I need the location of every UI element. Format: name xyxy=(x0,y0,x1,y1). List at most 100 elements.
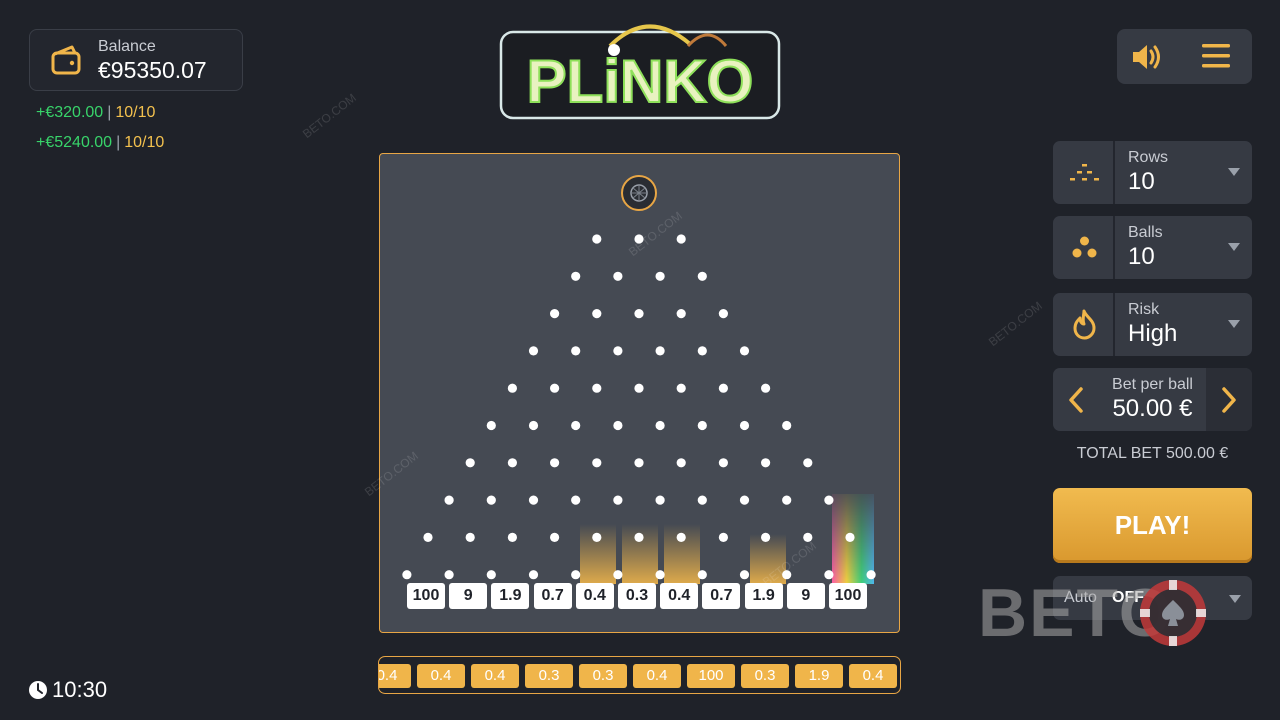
peg xyxy=(676,234,686,244)
peg xyxy=(824,570,834,580)
peg xyxy=(718,532,728,542)
plinko-board: 100 9 1.9 0.7 0.4 0.3 0.4 0.7 1.9 9 100 xyxy=(379,153,900,633)
peg xyxy=(697,420,707,431)
peg xyxy=(676,532,686,542)
peg xyxy=(507,458,517,468)
peg xyxy=(571,271,581,281)
peg xyxy=(613,346,623,356)
clock: 10:30 xyxy=(28,677,138,703)
balls-value: 10 xyxy=(1128,243,1155,270)
peg xyxy=(592,458,602,468)
multiplier-slot: 9 xyxy=(449,583,488,609)
balls-selector[interactable]: Balls 10 xyxy=(1053,216,1252,279)
peg xyxy=(571,495,581,505)
peg xyxy=(634,309,644,319)
peg xyxy=(592,532,602,542)
peg xyxy=(528,495,539,505)
chevron-down-icon xyxy=(1228,243,1240,251)
history-separator: | xyxy=(107,104,112,121)
peg xyxy=(550,532,560,542)
peg xyxy=(718,458,728,468)
peg xyxy=(592,383,602,393)
watermark: BETO.COM xyxy=(300,90,359,142)
peg xyxy=(613,570,623,580)
peg xyxy=(697,495,707,505)
risk-value: High xyxy=(1128,320,1178,347)
balance-panel: Balance €95350.07 xyxy=(29,29,243,91)
win-history-item: +€320.00 | 10/10 xyxy=(36,104,155,122)
peg xyxy=(571,570,581,580)
recent-result: 0.4 xyxy=(379,664,411,688)
multiplier-slot: 0.7 xyxy=(533,583,572,609)
peg xyxy=(676,458,686,468)
ball-count: 10/10 xyxy=(115,104,156,121)
risk-selector[interactable]: Risk High xyxy=(1053,293,1252,356)
speaker-icon[interactable] xyxy=(1129,39,1165,75)
logo-text: PLiNKO xyxy=(527,48,754,115)
peg xyxy=(613,420,623,431)
peg-field xyxy=(402,175,876,584)
peg xyxy=(402,570,412,580)
peg xyxy=(423,532,433,542)
peg xyxy=(465,458,475,468)
ball-count: 10/10 xyxy=(124,134,165,151)
multiplier-slot: 100 xyxy=(829,583,867,609)
plinko-logo: PLiNKO xyxy=(499,24,781,120)
peg xyxy=(592,234,602,244)
rows-value: 10 xyxy=(1128,168,1155,195)
clock-icon xyxy=(29,681,47,699)
hamburger-menu-icon[interactable] xyxy=(1201,41,1231,71)
win-amount: +€320.00 xyxy=(36,104,104,121)
peg xyxy=(761,532,771,542)
peg xyxy=(507,383,517,393)
top-controls xyxy=(1117,29,1252,84)
bet-value: 50.00 € xyxy=(1112,395,1193,422)
peg xyxy=(444,495,454,505)
total-bet: TOTAL BET 500.00 € xyxy=(1076,445,1229,462)
peg xyxy=(571,420,581,431)
peg xyxy=(655,346,665,356)
peg xyxy=(676,309,686,319)
flame-icon xyxy=(1073,309,1096,340)
peg xyxy=(444,570,454,580)
chevron-right-icon xyxy=(1222,387,1236,413)
multiplier-slot: 0.3 xyxy=(618,583,656,609)
peg xyxy=(486,495,496,505)
peg xyxy=(550,383,560,393)
peg xyxy=(613,271,623,281)
peg xyxy=(782,495,792,505)
peg xyxy=(697,346,707,356)
watermark: BETO.COM xyxy=(986,298,1045,350)
rows-label: Rows xyxy=(1128,149,1169,166)
peg xyxy=(697,570,707,580)
peg xyxy=(634,458,644,468)
peg xyxy=(592,309,602,319)
peg xyxy=(655,420,665,431)
multiplier-slot: 100 xyxy=(407,583,445,609)
bet-increase-button[interactable] xyxy=(1206,368,1252,431)
bet-label: Bet per ball xyxy=(1112,376,1193,393)
recent-result: 0.4 xyxy=(471,664,519,688)
clock-time: 10:30 xyxy=(52,677,108,702)
peg xyxy=(761,383,771,393)
peg xyxy=(528,420,539,431)
play-button[interactable]: PLAY! xyxy=(1053,488,1252,563)
peg xyxy=(739,495,750,505)
peg xyxy=(465,532,475,542)
bet-decrease-button[interactable] xyxy=(1053,368,1099,431)
recent-result: 0.3 xyxy=(741,664,789,688)
wallet-icon xyxy=(51,45,81,75)
balls-icon xyxy=(1072,236,1097,258)
multiplier-slot: 0.4 xyxy=(660,583,699,609)
peg xyxy=(655,570,665,580)
balance-value: €95350.07 xyxy=(98,57,207,83)
peg xyxy=(866,570,876,580)
win-amount: +€5240.00 xyxy=(36,134,113,151)
recent-result: 0.4 xyxy=(417,664,465,688)
rows-selector[interactable]: Rows 10 xyxy=(1053,141,1252,204)
ball-dropper xyxy=(621,175,657,211)
peg xyxy=(507,532,517,542)
chevron-down-icon xyxy=(1229,595,1241,603)
chevron-left-icon xyxy=(1069,387,1083,413)
recent-result: 0.3 xyxy=(525,664,573,688)
